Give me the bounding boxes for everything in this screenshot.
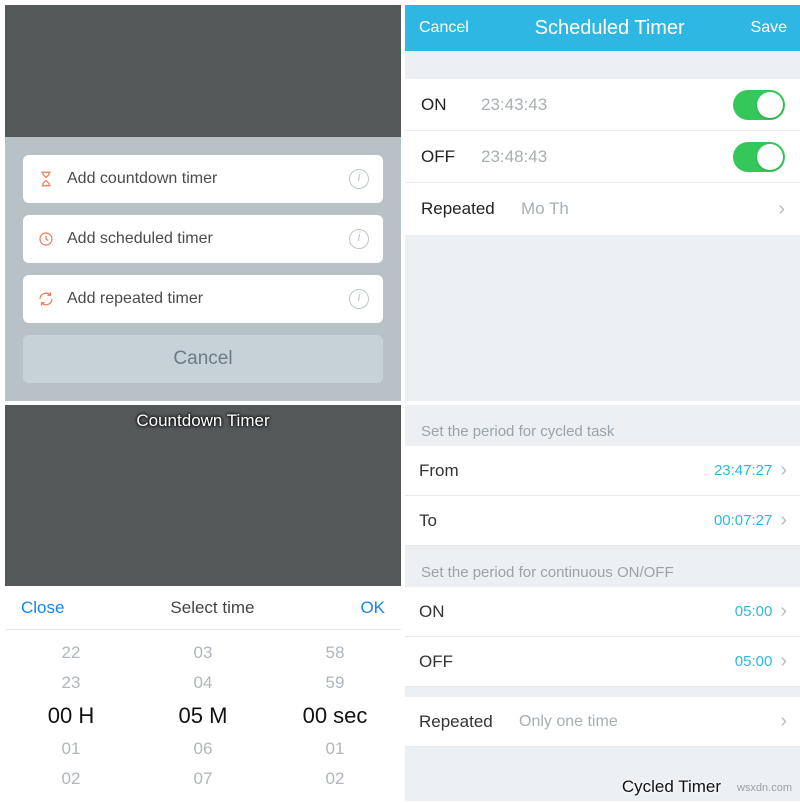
- hours-wheel[interactable]: 22 23 00 H 01 02: [5, 630, 137, 801]
- add-timer-sheet-pane: Add countdown timer Add scheduled timer …: [3, 3, 403, 403]
- row-key: ON: [421, 95, 481, 115]
- caption-countdown: Countdown Timer: [5, 411, 401, 431]
- on-duration-row[interactable]: ON 05:00 ›: [405, 587, 800, 637]
- cancel-button[interactable]: Cancel: [23, 335, 383, 383]
- row-label: Add scheduled timer: [67, 230, 349, 248]
- toggle-off[interactable]: [733, 142, 785, 172]
- row-key: OFF: [421, 147, 481, 167]
- chevron-right-icon: ›: [780, 600, 787, 623]
- repeated-row[interactable]: Repeated Mo Th ›: [405, 183, 800, 235]
- add-repeated-timer-row[interactable]: Add repeated timer: [23, 275, 383, 323]
- navbar: Cancel Scheduled Timer Save: [405, 5, 800, 51]
- watermark: wsxdn.com: [737, 782, 792, 794]
- reload-icon: [37, 290, 55, 308]
- chevron-right-icon: ›: [780, 509, 787, 532]
- row-key: Repeated: [421, 199, 521, 219]
- chevron-right-icon: ›: [780, 710, 787, 733]
- close-button[interactable]: Close: [21, 598, 64, 618]
- caption-cycled: Cycled Timer: [622, 777, 721, 797]
- row-time: 23:48:43: [481, 147, 547, 167]
- page-title: Scheduled Timer: [535, 17, 685, 40]
- section-continuous: Set the period for continuous ON/OFF: [405, 546, 800, 587]
- countdown-picker-pane: Countdown Timer Close Select time OK 22 …: [3, 403, 403, 803]
- info-icon[interactable]: [349, 289, 369, 309]
- cycled-timer-pane: Set the period for cycled task From 23:4…: [403, 403, 800, 803]
- seconds-wheel[interactable]: 58 59 00 sec 01 02: [269, 630, 401, 801]
- scheduled-timer-pane: Cancel Scheduled Timer Save ON 23:43:43 …: [403, 3, 800, 403]
- info-icon[interactable]: [349, 169, 369, 189]
- info-icon[interactable]: [349, 229, 369, 249]
- chevron-right-icon: ›: [778, 198, 785, 221]
- picker-header: Close Select time OK: [5, 586, 401, 630]
- to-row[interactable]: To 00:07:27 ›: [405, 496, 800, 546]
- save-button[interactable]: Save: [751, 19, 787, 37]
- ok-button[interactable]: OK: [360, 598, 385, 618]
- chevron-right-icon: ›: [780, 650, 787, 673]
- off-duration-row[interactable]: OFF 05:00 ›: [405, 637, 800, 687]
- picker-title: Select time: [170, 598, 254, 618]
- row-label: Add countdown timer: [67, 170, 349, 188]
- row-time: 23:43:43: [481, 95, 547, 115]
- chevron-right-icon: ›: [780, 459, 787, 482]
- add-countdown-timer-row[interactable]: Add countdown timer: [23, 155, 383, 203]
- row-label: Add repeated timer: [67, 290, 349, 308]
- section-cycled-task: Set the period for cycled task: [405, 405, 800, 446]
- schedule-list: ON 23:43:43 OFF 23:48:43 Repeated Mo Th …: [405, 79, 800, 235]
- time-picker: Close Select time OK 22 23 00 H 01 02 03…: [5, 586, 401, 801]
- repeated-row[interactable]: Repeated Only one time ›: [405, 697, 800, 747]
- from-row[interactable]: From 23:47:27 ›: [405, 446, 800, 496]
- action-sheet: Add countdown timer Add scheduled timer …: [5, 137, 401, 401]
- picker-wheels[interactable]: 22 23 00 H 01 02 03 04 05 M 06 07 58 59 …: [5, 630, 401, 801]
- minutes-wheel[interactable]: 03 04 05 M 06 07: [137, 630, 269, 801]
- cancel-button[interactable]: Cancel: [419, 19, 469, 37]
- toggle-on[interactable]: [733, 90, 785, 120]
- row-value: Mo Th: [521, 199, 569, 219]
- hourglass-icon: [37, 170, 55, 188]
- clock-icon: [37, 230, 55, 248]
- add-scheduled-timer-row[interactable]: Add scheduled timer: [23, 215, 383, 263]
- on-time-row[interactable]: ON 23:43:43: [405, 79, 800, 131]
- off-time-row[interactable]: OFF 23:48:43: [405, 131, 800, 183]
